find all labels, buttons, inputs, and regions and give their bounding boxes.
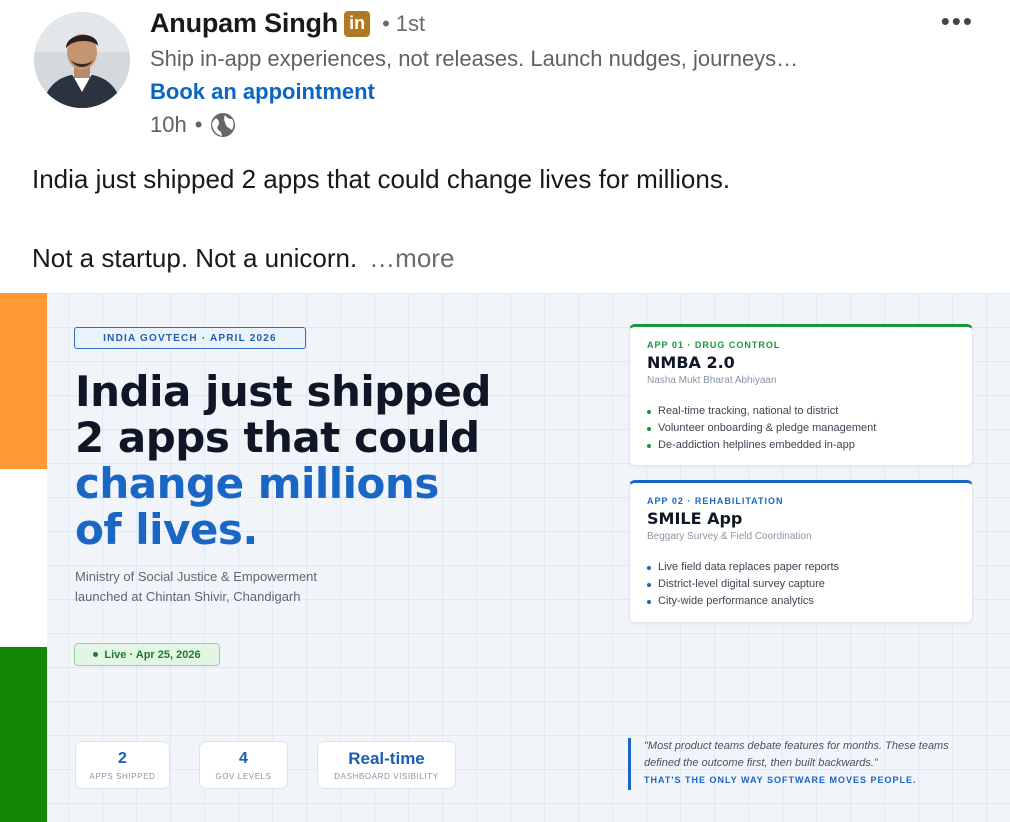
bullet-dot-icon bbox=[647, 426, 651, 431]
bullet-text: District-level digital survey capture bbox=[658, 578, 825, 590]
stat-gov-levels: 4 GOV LEVELS bbox=[199, 741, 288, 789]
ministry-line: Ministry of Social Justice & Empowerment bbox=[75, 569, 318, 584]
post-meta: 10h • bbox=[150, 112, 236, 138]
bullet-text: City-wide performance analytics bbox=[658, 595, 814, 607]
title-line-accent: change millions bbox=[75, 459, 439, 508]
app-bullets: Real-time tracking, national to district… bbox=[647, 403, 955, 454]
meta-separator: • bbox=[194, 112, 203, 137]
ministry-line: launched at Chintan Shivir, Chandigarh bbox=[75, 589, 301, 604]
app-card-smile: APP 02 · REHABILITATION SMILE App Beggar… bbox=[629, 480, 973, 623]
stat-apps-shipped: 2 APPS SHIPPED bbox=[75, 741, 170, 789]
stat-value: Real-time bbox=[348, 749, 425, 768]
title-line-accent: of lives. bbox=[75, 505, 258, 554]
quote-text: "Most product teams debate features for … bbox=[644, 740, 949, 769]
post-body-text: Not a startup. Not a unicorn. bbox=[32, 243, 358, 273]
bullet-dot-icon bbox=[647, 599, 651, 604]
post-body-line-2: Not a startup. Not a unicorn. …more bbox=[32, 243, 454, 274]
ministry-caption: Ministry of Social Justice & Empowerment… bbox=[75, 567, 317, 607]
flag-stripe-green bbox=[0, 647, 47, 822]
bullet-item: Live field data replaces paper reports bbox=[647, 559, 955, 576]
app-subtitle: Beggary Survey & Field Coordination bbox=[647, 531, 812, 542]
globe-icon bbox=[211, 113, 236, 137]
category-tag: INDIA GOVTECH · APRIL 2026 bbox=[74, 327, 306, 349]
author-headline: Ship in-app experiences, not releases. L… bbox=[150, 46, 799, 71]
stat-value: 2 bbox=[118, 750, 127, 767]
bullet-dot-icon bbox=[647, 565, 651, 570]
connection-degree: • 1st bbox=[382, 11, 425, 37]
app-subtitle: Nasha Mukt Bharat Abhiyaan bbox=[647, 375, 777, 386]
bullet-item: Volunteer onboarding & pledge management bbox=[647, 420, 955, 437]
title-line: India just shipped bbox=[75, 367, 491, 416]
post-body-line: India just shipped 2 apps that could cha… bbox=[32, 164, 731, 194]
linkedin-badge-icon: in bbox=[344, 10, 371, 37]
app-bullets: Live field data replaces paper reports D… bbox=[647, 559, 955, 610]
title-line: 2 apps that could bbox=[75, 413, 480, 462]
author-name[interactable]: Anupam Singh bbox=[150, 8, 338, 39]
stat-value: 4 bbox=[239, 750, 248, 767]
app-name: SMILE App bbox=[647, 509, 743, 528]
bullet-dot-icon bbox=[647, 443, 651, 448]
app-tag: APP 01 · DRUG CONTROL bbox=[647, 340, 781, 350]
bullet-text: Live field data replaces paper reports bbox=[658, 561, 839, 573]
app-card-nmba: APP 01 · DRUG CONTROL NMBA 2.0 Nasha Muk… bbox=[629, 324, 973, 466]
avatar-photo bbox=[34, 12, 130, 108]
bullet-item: De-addiction helplines embedded in-app bbox=[647, 437, 955, 454]
degree-dot: • bbox=[382, 10, 390, 36]
post-image[interactable]: INDIA GOVTECH · APRIL 2026 India just sh… bbox=[0, 293, 1010, 822]
bullet-text: Real-time tracking, national to district bbox=[658, 405, 839, 417]
live-label: Live · Apr 25, 2026 bbox=[104, 648, 201, 661]
author-row: Anupam Singh in • 1st bbox=[150, 8, 425, 39]
app-tag: APP 02 · REHABILITATION bbox=[647, 496, 784, 506]
app-name: NMBA 2.0 bbox=[647, 353, 735, 372]
quote-block: "Most product teams debate features for … bbox=[628, 738, 974, 790]
bullet-text: De-addiction helplines embedded in-app bbox=[658, 439, 855, 451]
stat-label: DASHBOARD VISIBILITY bbox=[334, 772, 439, 781]
post-time: 10h bbox=[150, 112, 187, 137]
bullet-item: District-level digital survey capture bbox=[647, 576, 955, 593]
bullet-dot-icon bbox=[647, 582, 651, 587]
bullet-dot-icon bbox=[647, 409, 651, 414]
stat-label: APPS SHIPPED bbox=[89, 772, 156, 781]
bullet-item: City-wide performance analytics bbox=[647, 593, 955, 610]
see-more-link[interactable]: …more bbox=[369, 243, 454, 273]
live-dot-icon bbox=[93, 652, 99, 657]
book-appointment-link[interactable]: Book an appointment bbox=[150, 79, 375, 105]
flag-stripe-saffron bbox=[0, 293, 47, 469]
degree-label: 1st bbox=[395, 10, 426, 36]
bullet-item: Real-time tracking, national to district bbox=[647, 403, 955, 420]
stat-dashboard-visibility: Real-time DASHBOARD VISIBILITY bbox=[317, 741, 456, 789]
bullet-text: Volunteer onboarding & pledge management bbox=[658, 422, 877, 434]
more-options-icon[interactable]: ••• bbox=[941, 6, 974, 37]
image-title: India just shipped 2 apps that could cha… bbox=[75, 369, 491, 553]
stat-label: GOV LEVELS bbox=[215, 772, 272, 781]
live-status-badge: Live · Apr 25, 2026 bbox=[74, 643, 220, 666]
flag-stripe-white bbox=[0, 469, 47, 647]
author-avatar[interactable] bbox=[34, 12, 130, 108]
quote-tagline: THAT'S THE ONLY WAY SOFTWARE MOVES PEOPL… bbox=[644, 775, 917, 785]
